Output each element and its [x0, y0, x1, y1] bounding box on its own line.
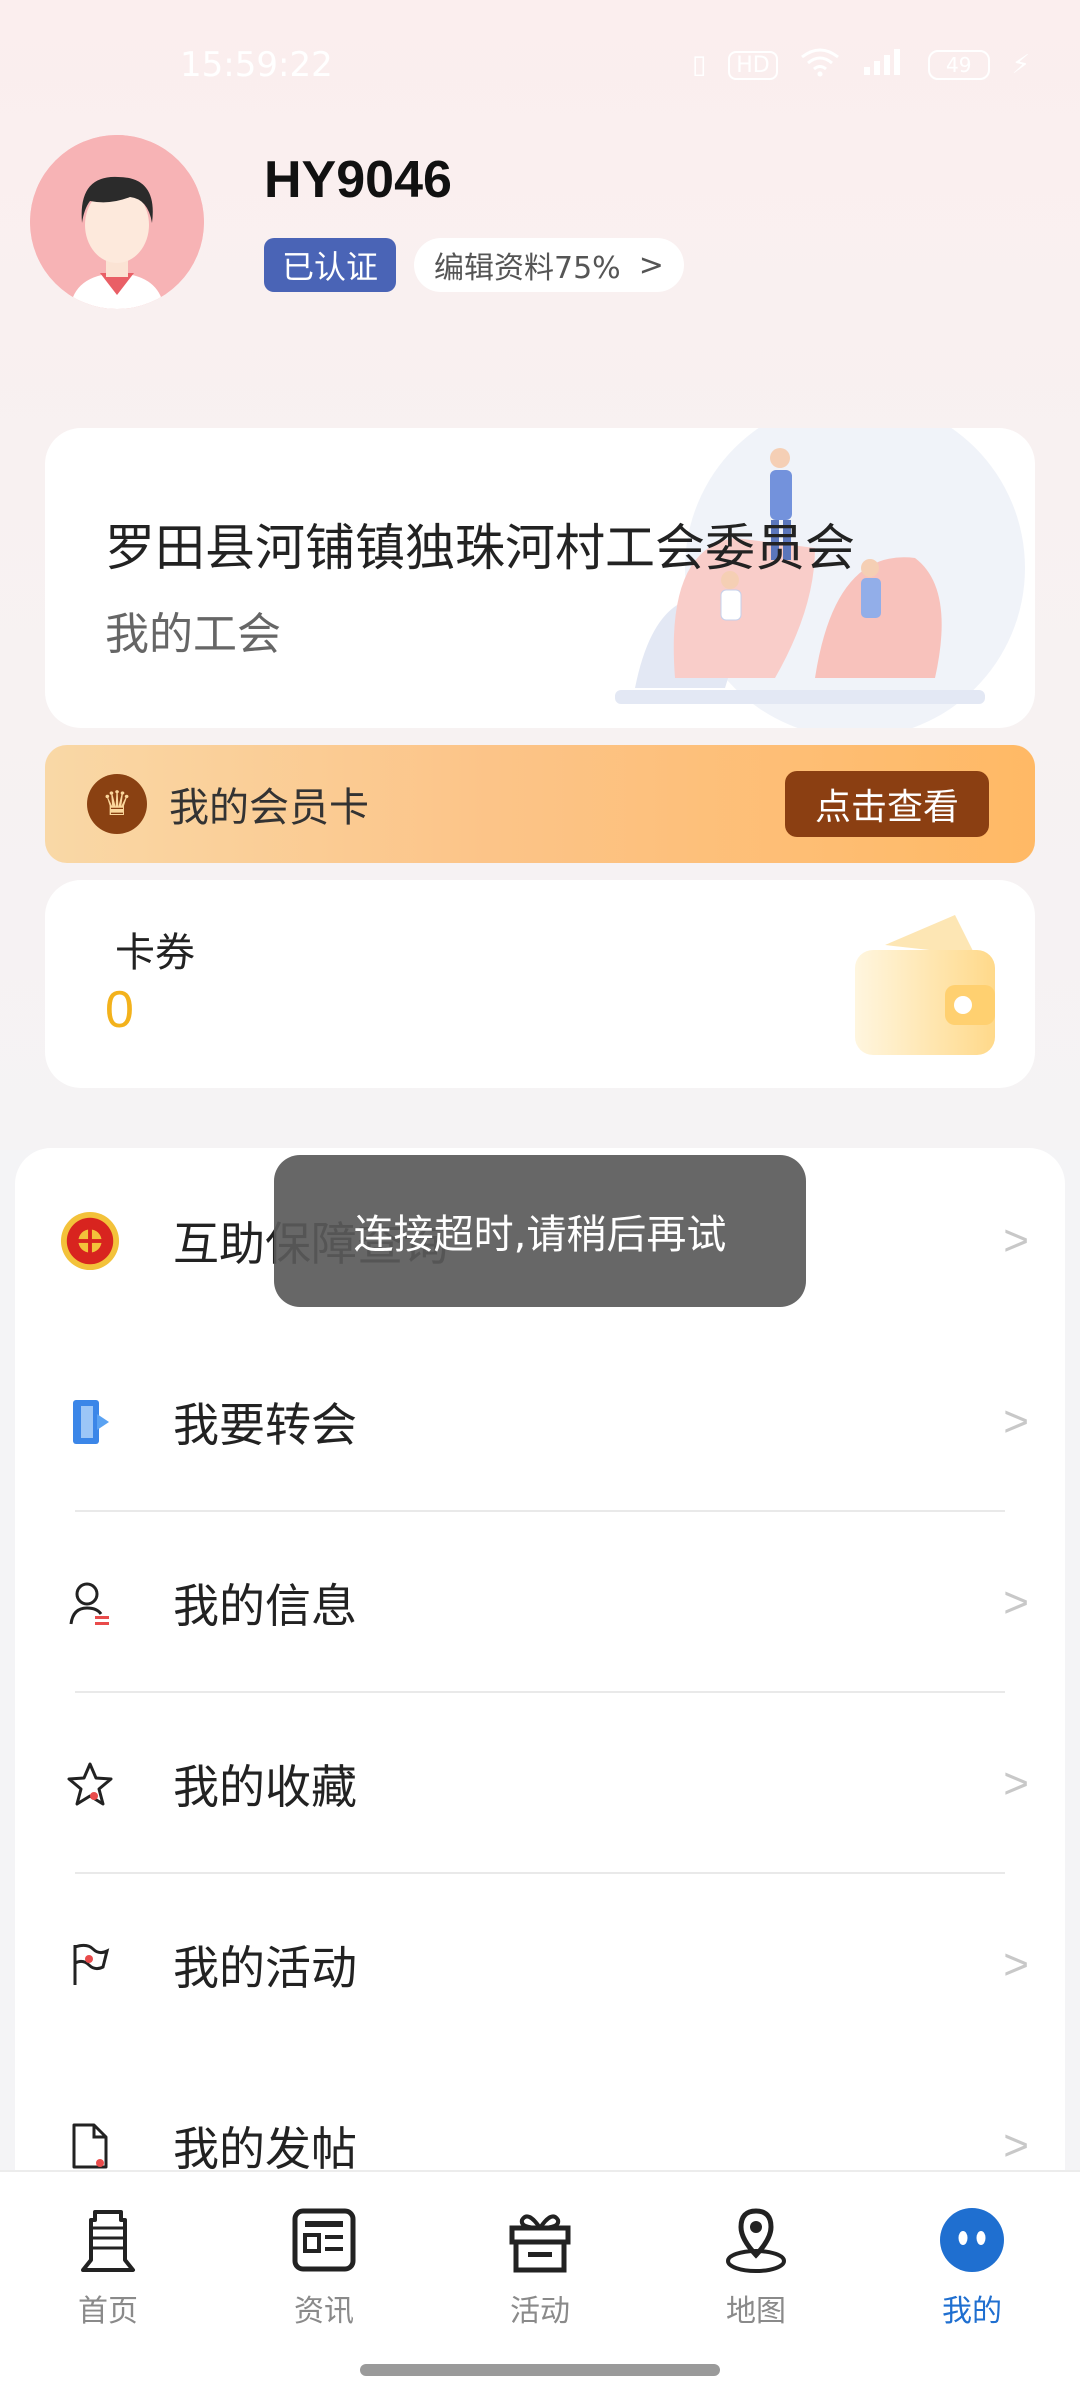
- status-icons: ▯ HD 49 ⚡: [692, 47, 1030, 84]
- menu-label: 我的活动: [173, 1940, 357, 1995]
- map-pin-icon: [718, 2202, 794, 2278]
- coupon-label: 卡券: [115, 930, 195, 976]
- union-subtitle: 我的工会: [105, 609, 281, 660]
- menu-list: 互助保障查询 > 我要转会 > 我的信息 > 我的收藏 > 我的活动 >: [15, 1148, 1065, 2248]
- chevron-right-icon: >: [1003, 2120, 1029, 2170]
- star-icon: [60, 1754, 120, 1814]
- nav-label: 我的: [942, 2294, 1002, 2329]
- menu-item-my-info[interactable]: 我的信息 >: [15, 1512, 1065, 1693]
- hd-icon: HD: [728, 50, 778, 80]
- transfer-door-icon: [60, 1392, 120, 1452]
- signal-icon: [862, 47, 906, 84]
- edit-profile-label: 编辑资料75%: [434, 251, 621, 286]
- post-document-icon: [60, 2116, 120, 2176]
- menu-label: 我要转会: [173, 1397, 357, 1452]
- flag-icon: [60, 1935, 120, 1995]
- nav-item-map[interactable]: 地图: [686, 2202, 826, 2330]
- nav-label: 地图: [726, 2294, 786, 2329]
- edit-profile-button[interactable]: 编辑资料75% >: [414, 238, 684, 292]
- menu-label: 我的发帖: [173, 2121, 357, 2176]
- home-indicator[interactable]: [360, 2364, 720, 2376]
- nav-label: 首页: [78, 2294, 138, 2329]
- news-icon: [286, 2202, 362, 2278]
- user-info-icon: [60, 1573, 120, 1633]
- profile-face-icon: [934, 2202, 1010, 2278]
- wallet-icon: [855, 915, 995, 1055]
- chevron-right-icon: >: [1003, 1758, 1029, 1808]
- nav-item-mine[interactable]: 我的: [902, 2202, 1042, 2330]
- nav-item-news[interactable]: 资讯: [254, 2202, 394, 2330]
- crown-icon: ♛: [87, 774, 147, 834]
- nav-item-home[interactable]: 首页: [38, 2202, 178, 2330]
- member-card-label: 我的会员卡: [169, 785, 369, 831]
- chevron-right-icon: >: [638, 247, 664, 283]
- avatar[interactable]: [30, 135, 204, 309]
- battery-icon: 49: [927, 50, 990, 80]
- verified-badge: 已认证: [264, 238, 397, 292]
- gift-icon: [502, 2202, 578, 2278]
- coupon-count: 0: [105, 981, 134, 1039]
- nav-label: 资讯: [294, 2294, 354, 2329]
- member-card-banner[interactable]: ♛ 我的会员卡 点击查看: [45, 745, 1035, 863]
- mutual-aid-emblem-icon: [60, 1211, 120, 1271]
- chevron-right-icon: >: [1003, 1215, 1029, 1265]
- menu-item-activities[interactable]: 我的活动 >: [15, 1874, 1065, 2055]
- toast-message: 连接超时,请稍后再试: [274, 1155, 806, 1307]
- nav-item-activities[interactable]: 活动: [470, 2202, 610, 2330]
- charging-icon: ⚡: [1011, 50, 1030, 80]
- username: HY9046: [264, 151, 452, 209]
- home-tower-icon: [70, 2202, 146, 2278]
- view-member-card-button[interactable]: 点击查看: [784, 771, 989, 837]
- menu-item-transfer[interactable]: 我要转会 >: [15, 1331, 1065, 1512]
- union-card[interactable]: 罗田县河铺镇独珠河村工会委员会 我的工会: [45, 428, 1035, 728]
- chevron-right-icon: >: [1003, 1939, 1029, 1989]
- wifi-icon: [800, 47, 840, 84]
- status-bar: 15:59:22 ▯ HD 49 ⚡: [0, 0, 1080, 130]
- nav-label: 活动: [510, 2294, 570, 2329]
- menu-label: 我的收藏: [173, 1759, 357, 1814]
- chevron-right-icon: >: [1003, 1577, 1029, 1627]
- union-name: 罗田县河铺镇独珠河村工会委员会: [105, 519, 855, 577]
- menu-label: 我的信息: [173, 1578, 357, 1633]
- chevron-right-icon: >: [1003, 1396, 1029, 1446]
- status-time: 15:59:22: [180, 45, 333, 85]
- menu-item-favorites[interactable]: 我的收藏 >: [15, 1693, 1065, 1874]
- coupon-card[interactable]: 卡券 0: [45, 880, 1035, 1088]
- vibrate-icon: ▯: [691, 50, 707, 80]
